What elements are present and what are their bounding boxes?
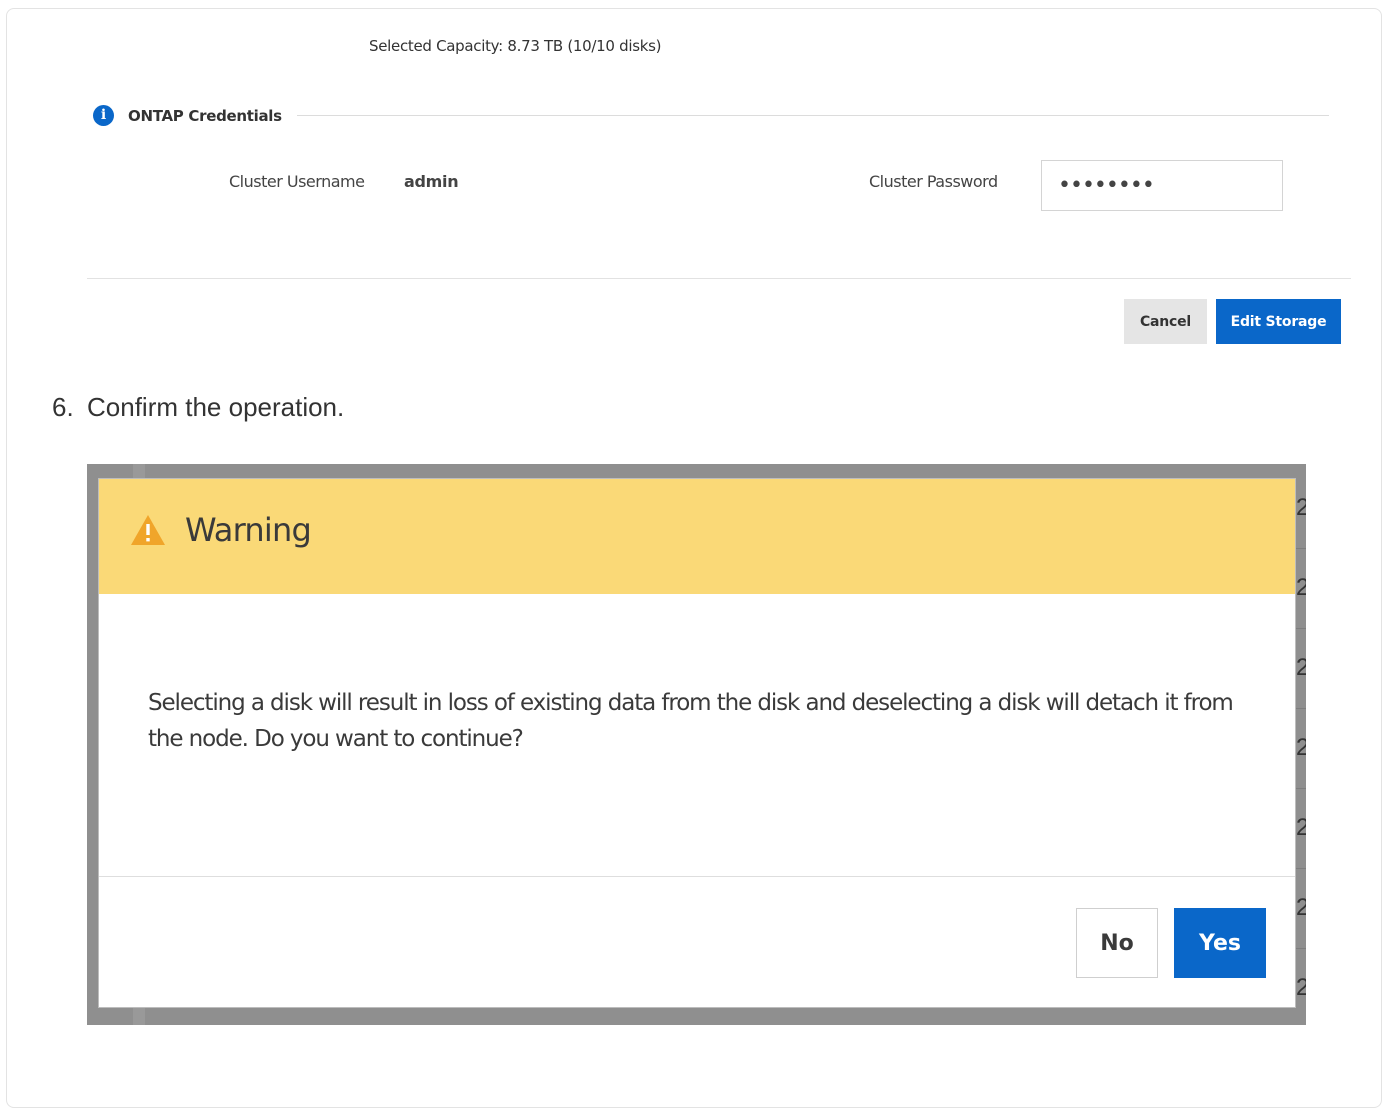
username-value: admin	[404, 172, 459, 191]
username-label: Cluster Username	[229, 172, 365, 191]
selected-capacity: Selected Capacity: 8.73 TB (10/10 disks)	[369, 37, 662, 55]
dialog-title: Warning	[185, 511, 312, 549]
yes-button[interactable]: Yes	[1174, 908, 1266, 978]
background-cell-text: 2.	[1296, 574, 1306, 601]
password-label: Cluster Password	[869, 172, 998, 191]
credentials-section-header: i ONTAP Credentials	[93, 104, 1329, 128]
background-cell-text: 2.	[1296, 734, 1306, 761]
warning-dialog: Warning Selecting a disk will result in …	[98, 478, 1296, 1008]
password-field[interactable]	[1041, 160, 1283, 211]
background-cell-text: 2.	[1296, 894, 1306, 921]
dialog-footer-divider	[99, 876, 1295, 877]
dialog-header: Warning	[99, 479, 1295, 594]
dialog-message: Selecting a disk will result in loss of …	[148, 690, 1234, 752]
step-text: Confirm the operation.	[87, 392, 345, 422]
background-cell-text: 2.	[1296, 654, 1306, 681]
edit-storage-button[interactable]: Edit Storage	[1216, 299, 1341, 344]
background-cell-text: 2.	[1296, 494, 1306, 521]
cancel-button[interactable]: Cancel	[1124, 299, 1207, 344]
background-cell-text: 2.	[1296, 814, 1306, 841]
info-icon: i	[93, 105, 114, 126]
form-footer-divider	[87, 278, 1351, 279]
warning-triangle-icon	[131, 515, 165, 545]
background-cell-text: 2.	[1296, 974, 1306, 1001]
no-button[interactable]: No	[1076, 908, 1158, 978]
step-number: 6.	[52, 392, 74, 422]
instruction-step: 6. Confirm the operation.	[52, 392, 344, 423]
section-title: ONTAP Credentials	[128, 107, 282, 125]
section-divider	[297, 115, 1329, 116]
dialog-screenshot: 2. 2. 2. 2. 2. 2. 2. Warning Selecting a…	[87, 464, 1306, 1025]
